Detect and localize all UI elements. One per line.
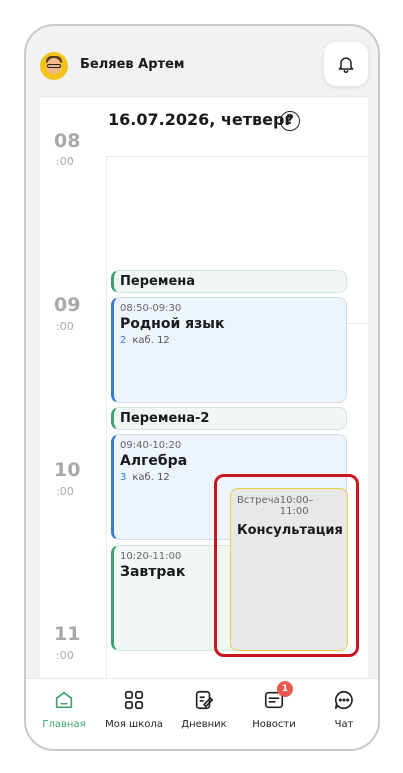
bottom-nav: Главная Моя школа Дневник 1 Новости Чат (26, 678, 378, 749)
lesson-number: 3 (120, 472, 127, 483)
hour-label: 10 (54, 459, 81, 481)
user-name[interactable]: Беляев Артем (80, 57, 185, 72)
hour-label: 09 (54, 294, 81, 316)
time-column: 08 :00 09 :00 10 :00 11 :00 (40, 98, 90, 678)
break-event[interactable]: Перемена-2 (111, 407, 347, 430)
nav-item-chat[interactable]: Чат (309, 679, 378, 739)
nav-label: Новости (252, 719, 296, 730)
grid-line (106, 156, 368, 157)
nav-item-news[interactable]: 1 Новости (239, 679, 309, 739)
nav-label: Главная (42, 719, 86, 730)
lesson-time: 08:50-09:30 (120, 303, 182, 314)
grid-icon (124, 690, 144, 710)
lesson-meta: 2 каб. 12 (120, 335, 340, 346)
bell-icon (338, 57, 354, 74)
hour-label: 08 (54, 130, 81, 152)
lesson-room: каб. 12 (132, 472, 170, 483)
lesson-title: Родной язык (120, 316, 225, 332)
minute-label: :00 (56, 485, 74, 498)
nav-label: Чат (334, 719, 354, 730)
diary-icon (195, 690, 214, 710)
minute-label: :00 (56, 649, 74, 662)
nav-label: Моя школа (105, 719, 163, 730)
nav-item-diary[interactable]: Дневник (169, 679, 239, 739)
lesson-time: 09:40-10:20 (120, 440, 182, 451)
minute-label: :00 (56, 320, 74, 333)
chat-icon (334, 690, 353, 710)
lesson-number: 2 (120, 335, 127, 346)
break-event[interactable]: Перемена (111, 270, 347, 293)
lesson-title: Алгебра (120, 453, 188, 469)
lesson-event[interactable]: 08:50-09:30 Родной язык 2 каб. 12 (111, 297, 347, 403)
notifications-button[interactable] (324, 42, 368, 86)
hour-label: 11 (54, 623, 81, 645)
help-icon[interactable]: ? (280, 111, 300, 131)
date-title: 16.07.2026, четверг (108, 110, 293, 129)
timeline-divider (106, 156, 107, 678)
nav-item-my-school[interactable]: Моя школа (99, 679, 169, 739)
nav-label: Дневник (181, 719, 227, 730)
minute-label: :00 (56, 155, 74, 168)
news-badge: 1 (277, 681, 293, 697)
home-icon (55, 691, 73, 709)
avatar[interactable] (40, 52, 68, 80)
lesson-room: каб. 12 (132, 335, 170, 346)
nav-item-home[interactable]: Главная (29, 679, 99, 739)
highlight-frame (214, 474, 359, 657)
header: Беляев Артем (26, 26, 378, 98)
